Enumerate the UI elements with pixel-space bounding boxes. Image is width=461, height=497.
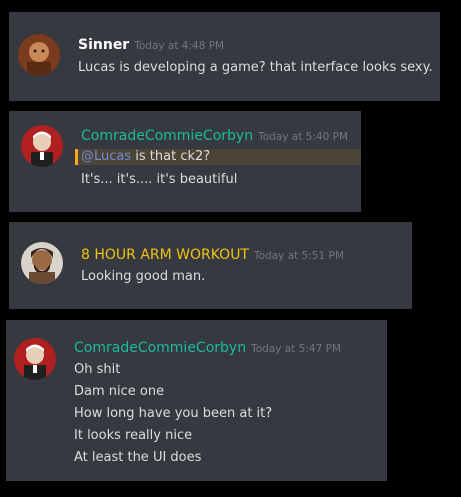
message-header: Sinner Today at 4:48 PM: [78, 36, 224, 55]
timestamp: Today at 5:40 PM: [258, 131, 348, 143]
message-header: 8 HOUR ARM WORKOUT Today at 5:51 PM: [81, 246, 344, 265]
message-text: @Lucas is that ck2?: [81, 148, 210, 166]
message-text: How long have you been at it?: [74, 406, 273, 421]
user-mention[interactable]: @Lucas: [81, 149, 131, 164]
mention-text: is that ck2?: [131, 149, 211, 164]
message-card: 8 HOUR ARM WORKOUT Today at 5:51 PM Looki…: [9, 222, 412, 309]
user-avatar-icon[interactable]: [14, 338, 56, 380]
timestamp: Today at 5:47 PM: [251, 343, 341, 355]
message-text: Oh shit: [74, 362, 121, 377]
username[interactable]: 8 HOUR ARM WORKOUT: [81, 247, 249, 263]
message-text: It looks really nice: [74, 428, 193, 443]
message-header: ComradeCommieCorbyn Today at 5:40 PM: [81, 127, 348, 146]
user-avatar-icon[interactable]: [21, 125, 63, 167]
message-card: ComradeCommieCorbyn Today at 5:47 PM Oh s…: [6, 320, 387, 481]
message-card: ComradeCommieCorbyn Today at 5:40 PM @Luc…: [9, 111, 361, 212]
message-text: Looking good man.: [81, 269, 206, 284]
message-text: Lucas is developing a game? that interfa…: [78, 60, 433, 75]
message-header: ComradeCommieCorbyn Today at 5:47 PM: [74, 339, 341, 358]
message-text: It's... it's.... it's beautiful: [81, 172, 238, 187]
timestamp: Today at 5:51 PM: [254, 250, 344, 262]
user-avatar-icon[interactable]: [18, 34, 60, 76]
timestamp: Today at 4:48 PM: [134, 40, 225, 52]
user-avatar-icon[interactable]: [21, 242, 63, 284]
message-text: Dam nice one: [74, 384, 165, 399]
message-card: Sinner Today at 4:48 PM Lucas is developi…: [9, 12, 440, 101]
message-text: At least the UI does: [74, 450, 202, 465]
username[interactable]: ComradeCommieCorbyn: [74, 340, 246, 356]
username[interactable]: Sinner: [78, 37, 129, 53]
username[interactable]: ComradeCommieCorbyn: [81, 128, 253, 144]
